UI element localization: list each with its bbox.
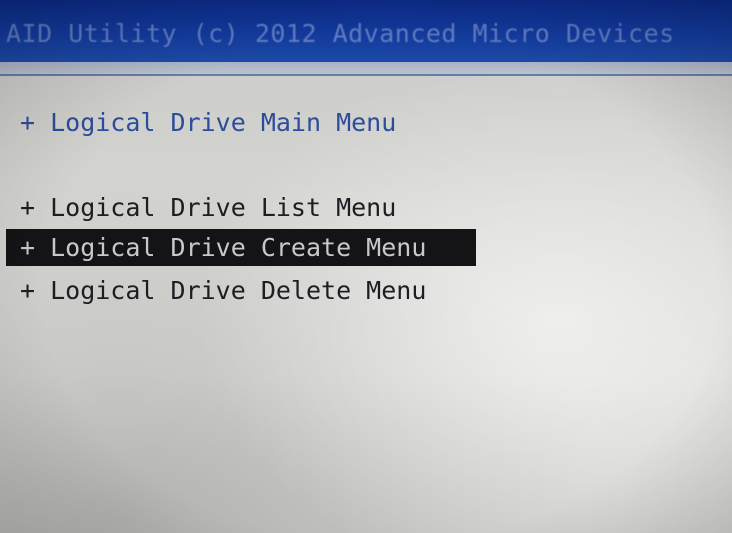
menu-item-delete[interactable]: + Logical Drive Delete Menu: [20, 275, 426, 307]
title-separator-line: [0, 74, 732, 76]
photo-vignette: [0, 0, 732, 533]
title-bar: AID Utility (c) 2012 Advanced Micro Devi…: [0, 0, 732, 62]
bios-screen: AID Utility (c) 2012 Advanced Micro Devi…: [0, 0, 732, 533]
main-menu-heading[interactable]: + Logical Drive Main Menu: [20, 107, 396, 139]
menu-item-create[interactable]: + Logical Drive Create Menu: [20, 232, 426, 264]
utility-title: AID Utility (c) 2012 Advanced Micro Devi…: [6, 19, 675, 48]
menu-item-list[interactable]: + Logical Drive List Menu: [20, 192, 396, 224]
